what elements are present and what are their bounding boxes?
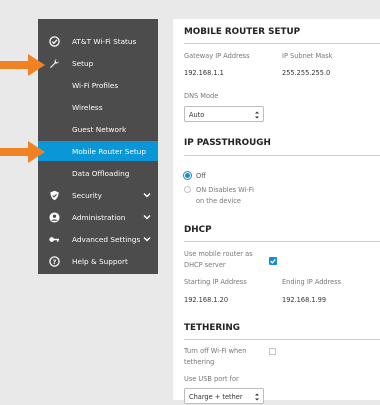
shield-icon <box>48 189 60 201</box>
sidebar-item-wifi-profiles[interactable]: Wi-Fi Profiles <box>38 75 158 95</box>
sidebar-item-wireless[interactable]: Wireless <box>38 97 158 117</box>
mobile-router-setup-title: MOBILE ROUTER SETUP <box>184 27 301 37</box>
passthrough-on-label-line2: on the device <box>196 197 241 205</box>
tethering-wifi-off-checkbox[interactable] <box>269 348 276 355</box>
sidebar-item-label: Data Offloading <box>72 169 130 178</box>
pointer-arrow-icon <box>0 141 45 163</box>
gateway-ip-label: Gateway IP Address <box>184 52 250 60</box>
sidebar-item-administration[interactable]: Administration <box>38 207 158 227</box>
sidebar-item-label: Wireless <box>72 103 103 112</box>
dns-mode-label: DNS Mode <box>184 92 219 100</box>
usb-port-select[interactable]: Charge + tether <box>184 388 264 404</box>
dns-mode-select[interactable]: Auto <box>184 106 264 122</box>
passthrough-on-label-line1: ON Disables Wi-Fi <box>196 186 254 194</box>
dhcp-use-label-line2: DHCP server <box>184 261 226 269</box>
divider <box>184 339 380 340</box>
usb-port-label: Use USB port for <box>184 375 239 383</box>
dns-mode-value: Auto <box>189 111 205 119</box>
help-icon: ? <box>48 255 60 267</box>
checkmark-icon <box>269 257 277 265</box>
chevron-down-icon <box>143 191 151 199</box>
divider <box>184 155 380 156</box>
sidebar-item-label: AT&T Wi-Fi Status <box>72 37 137 46</box>
starting-ip-label: Starting IP Address <box>184 278 247 286</box>
sidebar-item-help-support[interactable]: ? Help & Support <box>38 251 158 271</box>
ending-ip-label: Ending IP Address <box>282 278 342 286</box>
person-icon <box>48 211 60 223</box>
sidebar-item-label: Guest Network <box>72 125 127 134</box>
divider <box>184 241 380 242</box>
ending-ip-value: 192.168.1.99 <box>282 296 327 304</box>
wrench-icon <box>48 57 60 69</box>
subnet-mask-value: 255.255.255.0 <box>282 69 331 77</box>
key-icon <box>48 233 60 245</box>
sidebar-item-label: Wi-Fi Profiles <box>72 81 119 90</box>
starting-ip-value: 192.168.1.20 <box>184 296 229 304</box>
check-circle-icon <box>48 35 60 47</box>
subnet-mask-label: IP Subnet Mask <box>282 52 333 60</box>
updown-caret-icon <box>254 109 260 121</box>
sidebar-item-wifi-status[interactable]: AT&T Wi-Fi Status <box>38 31 158 51</box>
sidebar-item-setup[interactable]: Setup <box>38 53 158 73</box>
svg-text:?: ? <box>52 257 56 265</box>
sidebar-item-label: Help & Support <box>72 257 128 266</box>
sidebar: AT&T Wi-Fi Status Setup Wi-Fi Profiles W… <box>38 19 158 274</box>
passthrough-off-label: Off <box>196 172 206 180</box>
tethering-wifi-off-label-line1: Turn off Wi-Fi when <box>184 347 247 355</box>
tethering-title: TETHERING <box>184 323 241 333</box>
dhcp-server-checkbox[interactable] <box>269 250 277 265</box>
dhcp-use-label-line1: Use mobile router as <box>184 250 253 258</box>
passthrough-off-radio[interactable] <box>184 172 191 179</box>
passthrough-on-radio[interactable] <box>184 186 191 193</box>
sidebar-item-label: Security <box>72 191 102 200</box>
divider <box>184 43 380 44</box>
sidebar-item-label: Administration <box>72 213 126 222</box>
tethering-wifi-off-label-line2: tethering <box>184 358 215 366</box>
sidebar-item-label: Setup <box>72 59 94 68</box>
chevron-down-icon <box>143 213 151 221</box>
sidebar-item-security[interactable]: Security <box>38 185 158 205</box>
sidebar-item-data-offloading[interactable]: Data Offloading <box>38 163 158 183</box>
sidebar-item-label: Advanced Settings <box>72 235 141 244</box>
updown-caret-icon <box>254 391 260 403</box>
sidebar-item-label: Mobile Router Setup <box>72 147 146 156</box>
ip-passthrough-title: IP PASSTHROUGH <box>184 138 271 148</box>
chevron-down-icon <box>143 235 151 243</box>
gateway-ip-value: 192.168.1.1 <box>184 69 224 77</box>
sidebar-item-advanced-settings[interactable]: Advanced Settings <box>38 229 158 249</box>
sidebar-item-mobile-router-setup[interactable]: Mobile Router Setup <box>38 141 158 161</box>
pointer-arrow-icon <box>0 54 45 76</box>
dhcp-title: DHCP <box>184 225 212 235</box>
sidebar-item-guest-network[interactable]: Guest Network <box>38 119 158 139</box>
settings-panel: MOBILE ROUTER SETUP Gateway IP Address 1… <box>173 19 380 404</box>
